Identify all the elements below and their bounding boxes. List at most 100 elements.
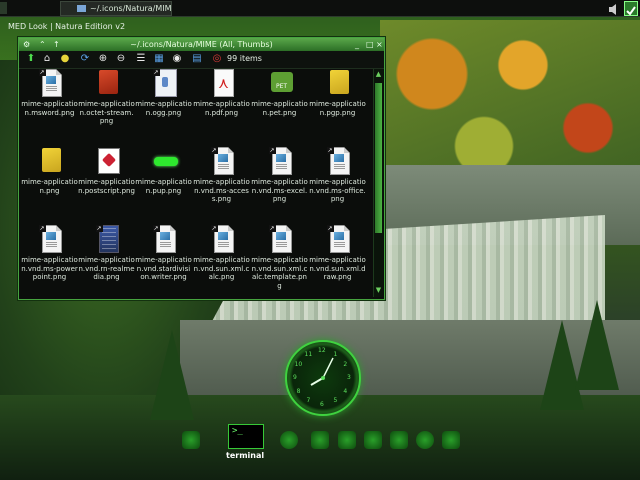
panel-edge xyxy=(0,2,7,14)
postscript-icon xyxy=(96,147,120,175)
folder-icon xyxy=(77,5,86,12)
help-icon[interactable]: ◎ xyxy=(211,53,223,65)
file-item[interactable]: ↗ mime-application.vnd.sun.xml.calc.png xyxy=(193,225,250,282)
file-item[interactable]: PET mime-application.pet.png xyxy=(251,69,308,117)
music-icon[interactable] xyxy=(364,431,382,449)
taskbar-window-button[interactable]: ~/.icons/Natura/MIM xyxy=(60,1,172,16)
file-item[interactable]: mime-application.postscript.png xyxy=(78,147,135,195)
gear-icon[interactable] xyxy=(311,431,329,449)
doc-icon: ↗ xyxy=(326,147,350,175)
file-item[interactable]: ↗ mime-application.ogg.png xyxy=(135,69,192,117)
doc-icon: ↗ xyxy=(152,225,176,253)
refresh-icon[interactable]: ⟳ xyxy=(79,53,91,65)
file-label: mime-application.vnd.ms-excel.png xyxy=(251,178,308,203)
file-label: mime-application.octet-stream.png xyxy=(78,100,135,125)
globe-icon[interactable] xyxy=(280,431,298,449)
yellow-note-icon xyxy=(327,69,349,97)
file-label: mime-application.vnd.sun.xml.calc.templa… xyxy=(251,256,308,290)
home-icon[interactable]: ⌂ xyxy=(41,53,53,65)
terminal-dock-icon[interactable]: >_ xyxy=(228,424,264,449)
scroll-down-arrow[interactable]: ▼ xyxy=(375,287,382,294)
clock-numeral: 9 xyxy=(293,374,297,381)
file-item[interactable]: mime-application.png xyxy=(21,147,78,195)
scroll-up-arrow[interactable]: ▲ xyxy=(375,71,382,78)
hidden-files-icon[interactable]: ◉ xyxy=(171,53,183,65)
window-titlebar[interactable]: ⚙ ⌃ ↑ ~/.icons/Natura/MIME (All, Thumbs)… xyxy=(19,38,384,51)
file-item[interactable]: ⋏ mime-application.pdf.png xyxy=(193,69,250,117)
terminal-label: terminal xyxy=(226,451,265,460)
zoom-out-icon[interactable]: ⊖ xyxy=(115,53,127,65)
file-label: mime-application.postscript.png xyxy=(78,178,135,195)
clock-numeral: 2 xyxy=(343,360,348,368)
file-label: mime-application.msword.png xyxy=(21,100,78,117)
window-title: ~/.icons/Natura/MIME (All, Thumbs) xyxy=(130,40,273,49)
doc-icon: ↗ xyxy=(38,69,62,97)
file-label: mime-application.pet.png xyxy=(251,100,308,117)
analog-clock: 12 1 2 3 4 5 6 7 8 9 10 11 xyxy=(285,340,361,416)
doc-icon: ↗ xyxy=(210,225,234,253)
file-label: mime-application.vnd.rn-realmedia.png xyxy=(78,256,135,281)
zoom-in-icon[interactable]: ⊕ xyxy=(97,53,109,65)
file-item[interactable]: ↗ mime-application.vnd.ms-access.png xyxy=(193,147,250,204)
network-icon[interactable] xyxy=(624,1,638,16)
file-item[interactable]: ↗ mime-application.vnd.ms-office.png xyxy=(309,147,366,204)
file-label: mime-application.pdf.png xyxy=(193,100,250,117)
red-note-icon xyxy=(96,69,118,97)
file-label: mime-application.vnd.sun.xml.draw.png xyxy=(309,256,366,281)
pine-tree xyxy=(575,300,619,390)
file-label: mime-application.vnd.stardivision.writer… xyxy=(135,256,192,281)
clock-numeral: 6 xyxy=(320,401,324,408)
vertical-scrollbar[interactable]: ▲ ▼ xyxy=(373,69,383,297)
thumbnail-view-icon[interactable]: ▦ xyxy=(153,53,165,65)
chat-icon[interactable] xyxy=(338,431,356,449)
minimize-button[interactable]: _ xyxy=(355,39,359,50)
dock-app-icon[interactable] xyxy=(182,431,200,449)
file-item[interactable]: mime-application.pup.png xyxy=(135,147,192,195)
file-label: mime-application.pup.png xyxy=(135,178,192,195)
scrollbar-thumb[interactable] xyxy=(375,83,382,233)
doc-icon: ↗ xyxy=(210,147,234,175)
up-arrow-icon[interactable]: ⬆ xyxy=(25,53,37,65)
pet-icon: PET xyxy=(269,69,293,97)
details-icon[interactable]: ▤ xyxy=(191,53,203,65)
pdf-icon: ⋏ xyxy=(211,69,234,97)
file-item[interactable]: ↗ mime-application.vnd.rn-realmedia.png xyxy=(78,225,135,282)
speaker-icon[interactable] xyxy=(608,1,620,15)
clock-numeral: 8 xyxy=(296,387,301,395)
file-item[interactable]: ↗ mime-application.vnd.ms-powerpoint.png xyxy=(21,225,78,282)
file-item[interactable]: ↗ mime-application.vnd.sun.xml.calc.templ… xyxy=(251,225,308,290)
bookmark-icon[interactable]: ● xyxy=(59,53,71,65)
trash-icon[interactable] xyxy=(442,431,460,449)
pine-tree xyxy=(150,330,194,420)
clock-numeral: 10 xyxy=(294,360,303,368)
clock-numeral: 1 xyxy=(333,350,338,358)
top-panel: ~/.icons/Natura/MIM xyxy=(0,0,640,17)
file-grid: ↗ mime-application.msword.png mime-applica… xyxy=(21,69,371,295)
file-item[interactable]: mime-application.octet-stream.png xyxy=(78,69,135,126)
close-button[interactable]: × xyxy=(376,39,383,50)
file-label: mime-application.vnd.ms-access.png xyxy=(193,178,250,203)
toolbar: ⬆ ⌂ ● ⟳ ⊕ ⊖ ☰ ▦ ◉ ▤ ◎ 99 items xyxy=(19,51,384,69)
file-label: mime-application.vnd.sun.xml.calc.png xyxy=(193,256,250,281)
audio-icon: ↗ xyxy=(152,69,177,97)
clock-numeral: 4 xyxy=(343,387,348,395)
doc-icon: ↗ xyxy=(38,225,62,253)
file-item[interactable]: ↗ mime-application.vnd.sun.xml.draw.png xyxy=(309,225,366,282)
clock-numeral: 12 xyxy=(318,347,326,354)
clock-numeral: 5 xyxy=(333,397,338,405)
file-item[interactable]: ↗ mime-application.vnd.stardivision.write… xyxy=(135,225,192,282)
file-label: mime-application.vnd.ms-powerpoint.png xyxy=(21,256,78,281)
file-manager-window: ⚙ ⌃ ↑ ~/.icons/Natura/MIME (All, Thumbs)… xyxy=(18,37,385,300)
file-item[interactable]: mime-application.pgp.png xyxy=(309,69,366,117)
doc-icon: ↗ xyxy=(268,147,292,175)
media-player-icon[interactable] xyxy=(390,431,408,449)
file-label: mime-application.pgp.png xyxy=(309,100,366,117)
maximize-button[interactable]: □ xyxy=(366,39,374,50)
file-label: mime-application.vnd.ms-office.png xyxy=(309,178,366,203)
file-item[interactable]: ↗ mime-application.vnd.ms-excel.png xyxy=(251,147,308,204)
list-view-icon[interactable]: ☰ xyxy=(135,53,147,65)
items-count: 99 items xyxy=(227,54,262,63)
file-item[interactable]: ↗ mime-application.msword.png xyxy=(21,69,78,117)
settings-icon[interactable] xyxy=(416,431,434,449)
bone-icon xyxy=(153,147,178,175)
